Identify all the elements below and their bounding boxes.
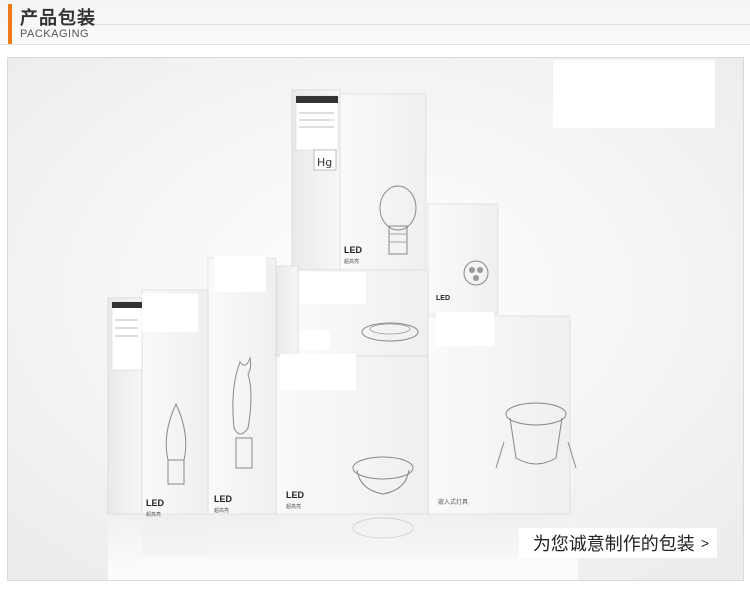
- led-label-top: LED: [344, 245, 363, 255]
- hg-mark-top: Hg: [317, 156, 332, 169]
- led-label-right: LED: [436, 295, 450, 302]
- header-divider: [95, 24, 750, 25]
- led-label-center: LED: [286, 490, 305, 500]
- packaging-photo: Hg LED 超高亮 LED 嵌入式灯具 LED 超高亮 LED 超高亮 LED…: [7, 57, 744, 581]
- caption-text: 为您诚意制作的包装: [532, 534, 695, 555]
- packaging-caption-link[interactable]: 为您诚意制作的包装 >: [518, 528, 717, 558]
- led-sublabel-top: 超高亮: [344, 258, 359, 265]
- led-label-flame: LED: [214, 494, 233, 504]
- led-label-candle: LED: [146, 498, 165, 508]
- floor-reflection: [142, 516, 570, 556]
- recessed-label: 嵌入式灯具: [438, 498, 468, 506]
- led-sublabel-flame: 超高亮: [214, 507, 229, 514]
- packaging-illustration: Hg LED 超高亮 LED 嵌入式灯具 LED 超高亮 LED 超高亮 LED…: [8, 58, 743, 580]
- section-title: 产品包装: [20, 8, 96, 29]
- chevron-right-icon: >: [700, 535, 709, 551]
- led-sublabel-center: 超高亮: [286, 503, 301, 510]
- accent-bar: [8, 4, 12, 44]
- section-subtitle: PACKAGING: [20, 28, 90, 40]
- section-header: 产品包装 PACKAGING: [0, 0, 750, 45]
